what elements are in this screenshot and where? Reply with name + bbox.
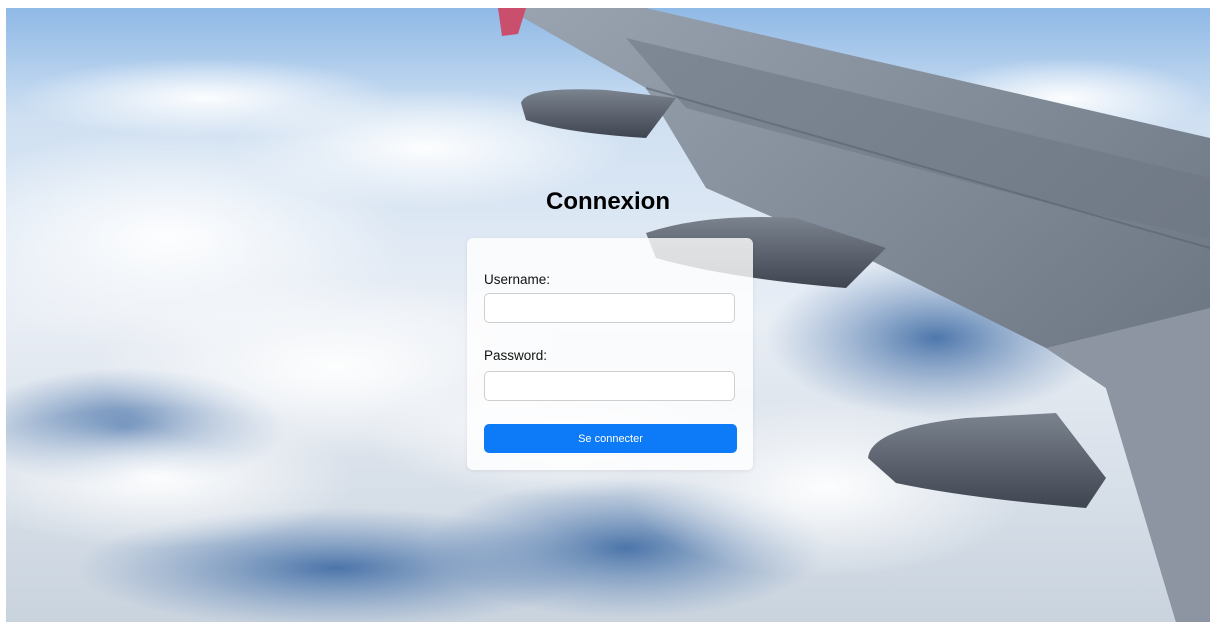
- username-input[interactable]: [484, 293, 735, 323]
- page-frame: Connexion Username: Password: Se connect…: [6, 8, 1210, 622]
- username-label: Username:: [484, 272, 551, 287]
- page-title: Connexion: [546, 188, 670, 215]
- password-input[interactable]: [484, 371, 735, 401]
- password-label: Password:: [484, 348, 548, 363]
- login-card: Username: Password: Se connecter: [467, 238, 753, 470]
- login-button[interactable]: Se connecter: [484, 424, 737, 453]
